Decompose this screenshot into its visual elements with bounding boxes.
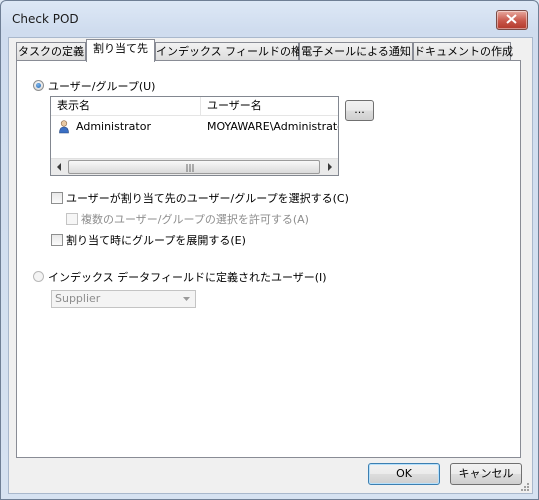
allow-multiple-checkbox[interactable]	[66, 213, 78, 225]
scroll-right-button[interactable]	[321, 159, 338, 175]
ok-button[interactable]: OK	[368, 463, 440, 485]
users-groups-radio-label: ユーザー/グループ(U)	[48, 80, 156, 93]
dialog-client: タスクの定義 割り当て先 インデックス フィールドの権限 電子メールによる通知 …	[8, 37, 533, 494]
expand-group-checkbox[interactable]	[51, 234, 63, 246]
tab-assignment[interactable]: 割り当て先	[86, 39, 155, 62]
column-header-user-name[interactable]: ユーザー名	[201, 97, 338, 115]
tab-task-definition[interactable]: タスクの定義	[16, 42, 86, 61]
expand-group-label: 割り当て時にグループを展開する(E)	[66, 234, 246, 247]
index-field-select-value: Supplier	[55, 292, 101, 305]
tab-label: 電子メールによる通知	[301, 45, 411, 58]
cancel-button[interactable]: キャンセル	[450, 463, 522, 485]
window-title: Check POD	[12, 12, 79, 26]
close-button[interactable]	[496, 10, 528, 30]
resize-grip-icon[interactable]	[519, 481, 530, 492]
browse-users-button[interactable]: ...	[345, 100, 374, 121]
tab-email-notification[interactable]: 電子メールによる通知	[299, 42, 413, 61]
assignee-list[interactable]: 表示名 ユーザー名 Administrator MOYAWARE\Adminis…	[50, 96, 339, 176]
assignment-panel: ユーザー/グループ(U) 表示名 ユーザー名 Administrator MOY…	[16, 60, 521, 458]
chevron-down-icon	[183, 297, 190, 301]
close-icon	[506, 14, 517, 24]
tab-label: タスクの定義	[18, 45, 84, 58]
column-header-display-name[interactable]: 表示名	[51, 97, 199, 115]
user-name-cell: MOYAWARE\Administrator	[207, 120, 339, 133]
display-name-cell: Administrator	[76, 120, 151, 133]
index-field-select[interactable]: Supplier	[51, 290, 196, 308]
arrow-right-icon	[328, 163, 332, 171]
allow-multiple-label: 複数のユーザー/グループの選択を許可する(A)	[81, 213, 309, 226]
arrow-left-icon	[57, 163, 61, 171]
index-field-user-radio-label: インデックス データフィールドに定義されたユーザー(I)	[48, 271, 327, 284]
tab-create-document[interactable]: ドキュメントの作成	[413, 42, 513, 61]
tab-label: ドキュメントの作成	[414, 45, 513, 58]
horizontal-scrollbar[interactable]	[51, 158, 338, 175]
list-header: 表示名 ユーザー名	[51, 97, 338, 116]
users-groups-radio[interactable]	[33, 80, 44, 91]
user-icon	[59, 120, 69, 134]
title-bar[interactable]: Check POD	[1, 1, 538, 35]
grip-icon	[186, 164, 194, 172]
tab-label: インデックス フィールドの権限	[156, 45, 313, 58]
index-field-user-radio[interactable]	[33, 271, 44, 282]
select-at-assign-checkbox[interactable]	[51, 192, 63, 204]
dialog-window: Check POD タスクの定義 割り当て先 インデックス フィールドの権限 電…	[0, 0, 539, 500]
scroll-left-button[interactable]	[51, 159, 68, 175]
tab-index-field-permissions[interactable]: インデックス フィールドの権限	[155, 42, 313, 61]
select-at-assign-label: ユーザーが割り当て先のユーザー/グループを選択する(C)	[66, 192, 349, 205]
list-item[interactable]: Administrator MOYAWARE\Administrator	[51, 119, 338, 135]
tab-label: 割り当て先	[93, 42, 148, 55]
scrollbar-thumb[interactable]	[68, 160, 320, 174]
